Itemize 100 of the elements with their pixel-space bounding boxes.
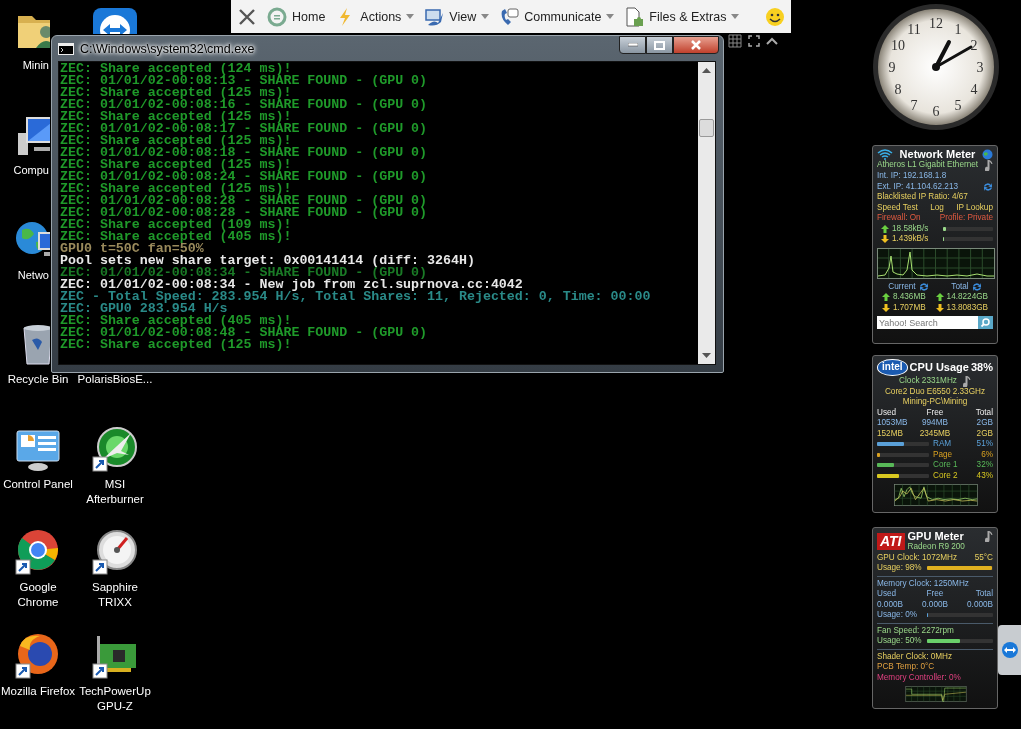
console-line: ZEC: Share accepted (125 ms)! <box>60 159 292 171</box>
meter-value: 43% <box>975 470 993 481</box>
up-arrow-icon <box>881 293 890 302</box>
table-cell-text: 2GB <box>975 418 993 429</box>
clock-numeral: 2 <box>970 38 978 53</box>
table-cell-text: 152MB <box>877 428 904 439</box>
scroll-thumb[interactable] <box>699 119 714 137</box>
gadget-text: Mining-PC\Mining <box>901 397 969 408</box>
console-line: ZEC: 01/01/02-00:08:17 - SHARE FOUND - (GPU 0) <box>60 123 428 135</box>
gadget-text: 14.8224GB <box>946 292 989 303</box>
gadget-text: Ext. IP: 41.104.62.213 <box>877 181 959 192</box>
table-cell-text: 2345MB <box>918 428 952 439</box>
gadget-value: 38% <box>970 362 993 373</box>
console-line: ZEC: 01/01/02-00:08:13 - SHARE FOUND - (GPU 0) <box>60 75 428 87</box>
close-button[interactable] <box>673 36 719 54</box>
gadget-text: Memory Controller: 0% <box>877 672 962 683</box>
icon-label[interactable]: Compu <box>0 163 49 178</box>
search-field[interactable]: Yahoo! Search <box>877 316 978 329</box>
music-note-icon[interactable] <box>985 531 993 542</box>
music-note-icon[interactable] <box>985 160 993 171</box>
search-icon <box>981 318 990 327</box>
console-line: ZEC: 01/01/02-00:08:34 - SHARE FOUND - (GPU 0) <box>60 267 428 279</box>
toolbar-menu[interactable]: Home <box>267 6 326 27</box>
gadget-text: Usage: 98% <box>877 563 922 574</box>
search-button[interactable] <box>978 316 993 329</box>
side-panel-tab[interactable] <box>998 625 1021 675</box>
table-cell-text: 0.000B <box>921 599 949 610</box>
refresh-icon[interactable] <box>971 281 982 292</box>
caret-icon[interactable] <box>766 37 778 45</box>
icon-label[interactable]: MSI Afterburner <box>77 477 153 507</box>
toolbar-menu[interactable]: View <box>424 6 490 27</box>
close-icon[interactable] <box>237 6 257 27</box>
wifi-icon <box>877 149 893 160</box>
console-line: ZEC: GPU0 283.954 H/s <box>60 303 228 315</box>
scrollbar[interactable] <box>698 62 715 364</box>
up-arrow-icon <box>935 293 944 302</box>
gadget-link[interactable]: Speed Test <box>877 202 918 213</box>
meter-label: Core 1 <box>933 460 959 471</box>
intel-logo: intel <box>877 359 908 376</box>
console-line: ZEC: Share accepted (405 ms)! <box>60 315 292 327</box>
gadget-text: 18.58kB/s <box>892 223 929 234</box>
refresh-icon[interactable] <box>983 181 993 192</box>
fullscreen-icon[interactable] <box>748 35 760 47</box>
up-arrow-icon <box>881 224 889 233</box>
gadget-text: 55°C <box>974 552 993 563</box>
gadget-text: GPU Clock: 1072MHz <box>877 552 958 563</box>
gadget-text: Profile: Private <box>939 213 993 224</box>
music-note-icon[interactable] <box>962 375 971 387</box>
globe-icon[interactable] <box>982 149 993 160</box>
gadget-text: Total <box>951 281 969 292</box>
icon-label[interactable]: PolarisBiosE... <box>77 372 153 387</box>
gadget-text: Usage: 0% <box>877 610 918 621</box>
phone-icon <box>499 6 520 27</box>
icon-label[interactable]: Google Chrome <box>0 580 76 610</box>
console-line: ZEC: Share accepted (125 ms)! <box>60 135 292 147</box>
clock-numeral: 8 <box>894 82 902 97</box>
minimize-button[interactable] <box>619 36 646 54</box>
icon-label[interactable]: Mozilla Firefox <box>0 684 76 699</box>
home-icon <box>267 6 287 27</box>
clock-numeral: 10 <box>890 38 905 53</box>
maximize-button[interactable] <box>646 36 673 54</box>
toolbar-menu[interactable]: Communicate <box>499 6 615 27</box>
gadget-text: 8.436MB <box>892 292 926 303</box>
clock-numeral: 7 <box>910 98 918 114</box>
icon-label[interactable]: TechPowerUp GPU-Z <box>77 684 153 714</box>
teamviewer-icon[interactable] <box>91 6 139 34</box>
smiley-icon[interactable] <box>765 6 785 27</box>
clock-numeral: 9 <box>888 60 896 75</box>
console-line: ZEC - Total Speed: 283.954 H/s, Total Shares: 11, Rejected: 0, Time: 00:00 <box>60 291 651 303</box>
down-arrow-icon <box>881 303 890 312</box>
gadget-text: Clock 2331MHz <box>899 375 957 387</box>
ati-logo: ATI <box>877 533 905 551</box>
grid-icon[interactable] <box>728 34 742 48</box>
down-arrow-icon <box>881 235 889 244</box>
gadget-link[interactable]: IP Lookup <box>956 202 993 213</box>
icon-label[interactable]: Sapphire TRIXX <box>77 580 153 610</box>
clock-numeral: 1 <box>954 21 962 37</box>
column-header: Free <box>925 407 945 418</box>
gadget-text: Memory Clock: 1250MHz <box>877 578 970 589</box>
gadget-text: Usage: 50% <box>877 636 922 647</box>
column-header: Total <box>974 407 993 418</box>
gadget-link[interactable]: Log <box>930 202 944 213</box>
icon-label[interactable]: Netwo <box>0 268 49 283</box>
clock-numeral: 11 <box>907 21 921 37</box>
console-line: ZEC: 01/01/02-00:08:34 - New job from zcl.suprnova.cc:4042 <box>60 279 523 291</box>
table-cell-text: 2GB <box>975 428 993 439</box>
gadget-text: Radeon R9 200 <box>907 542 966 553</box>
icon-label[interactable]: Recycle Bin <box>7 372 69 387</box>
clock-numeral: 6 <box>932 104 940 119</box>
plane-icon[interactable] <box>91 425 139 473</box>
icon-label[interactable]: Control Panel <box>3 477 73 492</box>
monitor-icon <box>424 6 445 27</box>
gadget-text: 1.439kB/s <box>892 234 929 245</box>
gauge-icon[interactable] <box>91 528 139 576</box>
window-title: C:\Windows\system32\cmd.exe <box>80 41 256 56</box>
icon-label[interactable]: Minin <box>0 58 49 73</box>
maximize-icon <box>654 40 665 50</box>
toolbar-menu[interactable]: Actions <box>335 6 415 27</box>
toolbar-menu[interactable]: Files & Extras <box>624 6 740 27</box>
refresh-icon[interactable] <box>918 281 929 292</box>
